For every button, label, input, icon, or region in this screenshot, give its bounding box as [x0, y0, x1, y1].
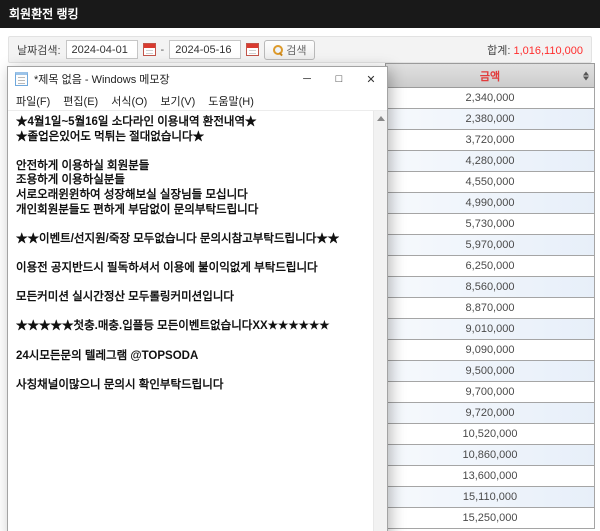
- total-area: 합계: 1,016,110,000: [487, 42, 583, 58]
- amount-cell: 2,340,000: [466, 92, 515, 104]
- notepad-text-line: 24시모든문의 텔레그램 @TOPSODA: [16, 349, 367, 364]
- amount-cell: 8,560,000: [466, 281, 515, 293]
- notepad-menubar: 파일(F) 편집(E) 서식(O) 보기(V) 도움말(H): [8, 91, 387, 111]
- table-row: 5,730,000: [385, 214, 595, 235]
- amount-column-header[interactable]: 금액: [385, 63, 595, 88]
- notepad-text-line: 서로오래윈윈하여 성장해보실 실장님들 모십니다: [16, 188, 367, 203]
- notepad-text-line: [16, 276, 367, 291]
- minimize-button[interactable]: ─: [291, 67, 323, 91]
- amount-cell: 4,280,000: [466, 155, 515, 167]
- table-row: 10,520,000: [385, 424, 595, 445]
- maximize-button[interactable]: □: [323, 67, 355, 91]
- date-search-panel: 날짜검색: - 검색 합계: 1,016,110,000: [8, 36, 592, 63]
- notepad-text-line: [16, 305, 367, 320]
- amount-cell: 5,970,000: [466, 239, 515, 251]
- amount-cell: 10,860,000: [462, 449, 517, 461]
- amount-cell: 9,010,000: [466, 323, 515, 335]
- total-label: 합계:: [487, 45, 510, 57]
- amount-cell: 9,720,000: [466, 407, 515, 419]
- table-row: 9,500,000: [385, 361, 595, 382]
- notepad-text-line: 안전하게 이용하실 회원분들: [16, 159, 367, 174]
- search-icon: [273, 45, 282, 54]
- amount-cell: 5,730,000: [466, 218, 515, 230]
- table-row: 15,250,000: [385, 508, 595, 529]
- table-row: 8,560,000: [385, 277, 595, 298]
- notepad-window-title: *제목 없음 - Windows 메모장: [34, 71, 291, 87]
- table-row: 3,720,000: [385, 130, 595, 151]
- calendar-icon[interactable]: [246, 43, 259, 56]
- amount-cell: 8,870,000: [466, 302, 515, 314]
- notepad-text-line: 모든커미션 실시간정산 모두롤링커미션입니다: [16, 290, 367, 305]
- notepad-text-line: 사칭채널이많으니 문의시 확인부탁드립니다: [16, 378, 367, 393]
- date-to-input[interactable]: [169, 40, 241, 59]
- amount-cell: 15,250,000: [462, 512, 517, 524]
- table-row: 5,970,000: [385, 235, 595, 256]
- table-row: 10,860,000: [385, 445, 595, 466]
- notepad-text-line: ★★★★★첫충.매충.입플등 모든이벤트없습니다XX★★★★★★: [16, 319, 367, 334]
- window-controls: ─ □ ✕: [291, 67, 387, 91]
- date-search-label: 날짜검색:: [17, 42, 61, 58]
- menu-item[interactable]: 편집(E): [63, 93, 98, 109]
- notepad-text-line: [16, 217, 367, 232]
- notepad-text-line: ★졸업은있어도 먹튀는 절대없습니다★: [16, 130, 367, 145]
- table-row: 9,700,000: [385, 382, 595, 403]
- notepad-text-area[interactable]: ★4월1일~5월16일 소다라인 이용내역 환전내역★ ★졸업은있어도 먹튀는 …: [8, 111, 387, 531]
- search-button-label: 검색: [286, 42, 306, 58]
- table-row: 6,250,000: [385, 256, 595, 277]
- table-row: 9,090,000: [385, 340, 595, 361]
- scroll-up-icon[interactable]: [377, 116, 385, 121]
- amount-cell: 9,090,000: [466, 344, 515, 356]
- notepad-text-line: ★★이벤트/선지원/죽장 모두없습니다 문의시참고부탁드립니다★★: [16, 232, 367, 247]
- amount-header-label: 금액: [480, 68, 500, 84]
- notepad-titlebar[interactable]: *제목 없음 - Windows 메모장 ─ □ ✕: [8, 67, 387, 91]
- notepad-text-line: 개인회원분들도 편하게 부담없이 문의부탁드립니다: [16, 203, 367, 218]
- amount-cell: 2,380,000: [466, 113, 515, 125]
- notepad-text-line: [16, 334, 367, 349]
- page: 회원환전 랭킹 날짜검색: - 검색 합계: 1,016,110,000 금액 …: [0, 0, 600, 531]
- notepad-text-line: [16, 246, 367, 261]
- sort-icon[interactable]: [583, 71, 589, 80]
- close-button[interactable]: ✕: [355, 67, 387, 91]
- table-row: 15,110,000: [385, 487, 595, 508]
- menu-item[interactable]: 서식(O): [111, 93, 147, 109]
- table-row: 8,870,000: [385, 298, 595, 319]
- amount-cell: 9,700,000: [466, 386, 515, 398]
- amount-cell: 10,520,000: [462, 428, 517, 440]
- table-row: 2,340,000: [385, 88, 595, 109]
- amount-cell: 15,110,000: [463, 491, 517, 503]
- amount-rows: 2,340,000 2,380,000 3,720,000 4,280,000 …: [385, 88, 595, 529]
- amount-cell: 9,500,000: [466, 365, 515, 377]
- total-value: 1,016,110,000: [513, 45, 583, 57]
- menu-item[interactable]: 도움말(H): [208, 93, 254, 109]
- notepad-text-line: 이용전 공지반드시 필독하셔서 이용에 불이익없게 부탁드립니다: [16, 261, 367, 276]
- notepad-window: *제목 없음 - Windows 메모장 ─ □ ✕ 파일(F) 편집(E) 서…: [7, 66, 388, 531]
- notepad-text-line: ★4월1일~5월16일 소다라인 이용내역 환전내역★: [16, 115, 367, 130]
- notepad-text-line: [16, 363, 367, 378]
- page-title: 회원환전 랭킹: [0, 0, 600, 28]
- amount-cell: 4,550,000: [466, 176, 515, 188]
- amount-cell: 13,600,000: [462, 470, 517, 482]
- notepad-app-icon: [15, 72, 28, 86]
- table-row: 4,550,000: [385, 172, 595, 193]
- notepad-body: ★4월1일~5월16일 소다라인 이용내역 환전내역★ ★졸업은있어도 먹튀는 …: [8, 111, 387, 531]
- date-from-input[interactable]: [66, 40, 138, 59]
- table-row: 9,720,000: [385, 403, 595, 424]
- search-button[interactable]: 검색: [264, 40, 315, 60]
- table-row: 4,280,000: [385, 151, 595, 172]
- amount-cell: 4,990,000: [466, 197, 515, 209]
- notepad-text-line: [16, 144, 367, 159]
- table-row: 9,010,000: [385, 319, 595, 340]
- ranking-table: 금액 2,340,000 2,380,000 3,720,000 4,280,0…: [385, 63, 595, 529]
- calendar-icon[interactable]: [143, 43, 156, 56]
- vertical-scrollbar[interactable]: [373, 111, 387, 531]
- amount-cell: 3,720,000: [466, 134, 515, 146]
- table-row: 13,600,000: [385, 466, 595, 487]
- date-range-separator: -: [161, 44, 165, 56]
- notepad-text-line: 조용하게 이용하실분들: [16, 173, 367, 188]
- menu-item[interactable]: 파일(F): [16, 93, 50, 109]
- menu-item[interactable]: 보기(V): [160, 93, 195, 109]
- table-row: 4,990,000: [385, 193, 595, 214]
- amount-cell: 6,250,000: [466, 260, 515, 272]
- table-row: 2,380,000: [385, 109, 595, 130]
